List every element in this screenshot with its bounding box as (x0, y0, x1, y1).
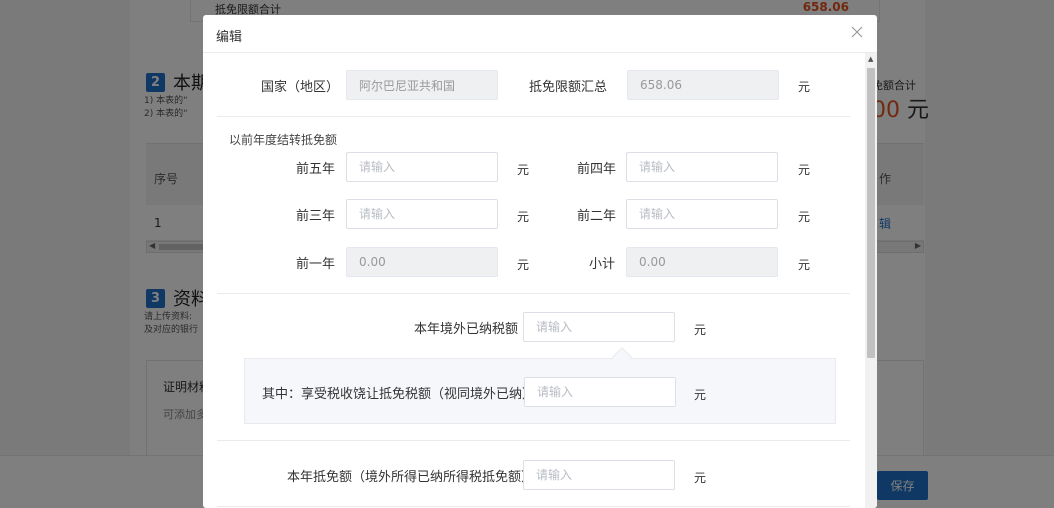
year3-label: 前三年 (296, 209, 336, 224)
year4-input[interactable] (626, 152, 778, 182)
foreign-paid-unit: 元 (694, 323, 707, 337)
current-credit-unit: 元 (694, 471, 707, 485)
year4-unit: 元 (798, 163, 811, 177)
dialog-vertical-scrollbar[interactable]: ▲ (865, 53, 877, 508)
dialog-title: 编辑 (216, 30, 243, 45)
incentive-unit: 元 (694, 388, 707, 402)
limit-total-label: 抵免限额汇总 (529, 80, 608, 95)
divider (217, 440, 850, 441)
divider (217, 506, 850, 507)
edit-dialog: 编辑 国家（地区） 抵免限额汇总 元 以前年度结转抵免额 前五年 元 前四年 元… (203, 15, 877, 508)
incentive-label: 其中：享受税收饶让抵免税额（视同境外已纳） (262, 387, 536, 402)
current-credit-input[interactable] (523, 460, 675, 490)
year5-input[interactable] (346, 152, 498, 182)
year4-label: 前四年 (577, 162, 617, 177)
year1-label: 前一年 (296, 257, 336, 272)
carry-forward-title: 以前年度结转抵免额 (229, 133, 338, 147)
subtotal-label: 小计 (589, 257, 616, 272)
subtotal-field (626, 247, 778, 277)
year5-unit: 元 (517, 163, 530, 177)
close-icon[interactable] (849, 24, 865, 40)
limit-total-unit: 元 (798, 80, 811, 94)
year5-label: 前五年 (296, 162, 336, 177)
subtotal-unit: 元 (798, 258, 811, 272)
scroll-up-icon[interactable]: ▲ (868, 55, 873, 63)
year1-field (346, 247, 498, 277)
limit-total-field (627, 70, 779, 100)
foreign-paid-input[interactable] (523, 312, 675, 342)
divider (217, 116, 850, 117)
country-field (346, 70, 498, 100)
year1-unit: 元 (517, 258, 530, 272)
dialog-header: 编辑 (203, 15, 877, 53)
year3-unit: 元 (517, 210, 530, 224)
year2-unit: 元 (798, 210, 811, 224)
divider (217, 293, 850, 294)
year3-input[interactable] (346, 199, 498, 229)
current-credit-label: 本年抵免额（境外所得已纳所得税抵免额） (287, 470, 535, 485)
foreign-paid-label: 本年境外已纳税额 (414, 322, 519, 337)
country-label: 国家（地区） (261, 80, 340, 95)
dialog-body: 国家（地区） 抵免限额汇总 元 以前年度结转抵免额 前五年 元 前四年 元 前三… (203, 53, 865, 508)
year2-input[interactable] (626, 199, 778, 229)
year2-label: 前二年 (577, 209, 617, 224)
dialog-scroll-thumb[interactable] (867, 68, 875, 358)
incentive-input[interactable] (524, 377, 676, 407)
